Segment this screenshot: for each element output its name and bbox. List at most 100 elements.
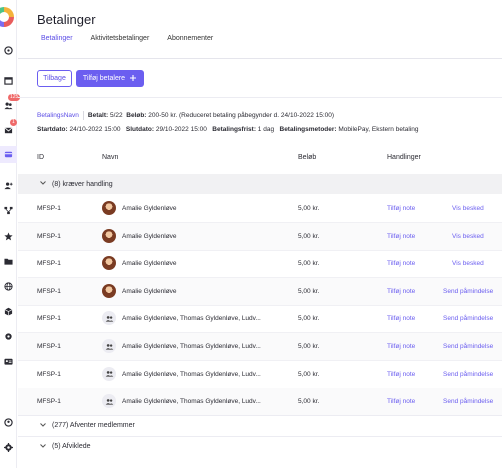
table-row[interactable]: MFSP-1 Amalie Gyldenløve, Thomas Gyldenlø…	[18, 305, 502, 334]
show-message-link[interactable]: Vis besked	[452, 205, 484, 212]
group-avatar-icon	[102, 366, 116, 381]
table-row[interactable]: MFSP-1 Amalie Gyldenløve, Thomas Gyldenlø…	[18, 361, 502, 389]
header-id: ID	[37, 154, 44, 161]
row-id: MFSP-1	[37, 398, 61, 406]
group-avatar-icon	[102, 394, 116, 409]
row-id: MFSP-1	[37, 260, 61, 268]
users-icon[interactable]	[3, 100, 14, 111]
tab-betalinger[interactable]: Betalinger	[41, 35, 73, 42]
group-label: (5) Afviklede	[52, 443, 91, 450]
chevron-down-icon	[40, 444, 46, 448]
row-amount: 5,00 kr.	[298, 287, 320, 295]
chevron-down-icon	[40, 181, 46, 185]
row-name: Amalie Gyldenløve, Thomas Gyldenløve, Lu…	[122, 398, 261, 406]
dashboard-icon[interactable]	[3, 45, 14, 56]
payment-info-line-2: Startdato: 24/10-2022 15:00 Slutdato: 29…	[37, 126, 418, 133]
end-value: 29/10-2022 15:00	[155, 126, 207, 133]
table-row[interactable]: MFSP-1 Amalie Gyldenløve, Thomas Gyldenlø…	[18, 388, 502, 417]
calendar-icon[interactable]	[3, 75, 14, 86]
deadline-value: 1 dag	[257, 126, 275, 133]
help-icon[interactable]	[3, 417, 14, 428]
chevron-down-icon	[40, 423, 46, 427]
amount-value: 200-50 kr. (Reduceret betaling påbegynde…	[148, 112, 335, 120]
add-note-link[interactable]: Tilføj note	[387, 233, 415, 240]
row-name: Amalie Gyldenløve, Thomas Gyldenløve, Lu…	[122, 343, 261, 350]
settings-cog-icon[interactable]	[3, 331, 14, 342]
plus-icon	[129, 74, 137, 84]
group-awaiting-members[interactable]: (277) Afventer medlemmer	[18, 415, 502, 435]
app-logo[interactable]	[0, 7, 14, 27]
row-name: Amalie Gyldenløve, Thomas Gyldenløve, Lu…	[122, 370, 261, 378]
add-note-link[interactable]: Tilføj note	[387, 260, 415, 267]
add-note-link[interactable]: Tilføj note	[387, 343, 415, 350]
table-row[interactable]: MFSP-1 Amalie Gyldenløve, Thomas Gyldenlø…	[18, 333, 502, 361]
member-add-icon[interactable]	[3, 180, 14, 191]
start-value: 24/10-2022 15:00	[69, 126, 121, 133]
row-name: Amalie Gyldenløve	[122, 260, 177, 268]
group-label: (8) kræver handling	[52, 180, 113, 188]
mail-badge: 1	[10, 119, 17, 126]
send-reminder-link[interactable]: Send påmindelse	[443, 398, 493, 405]
row-name: Amalie Gyldenløve	[122, 287, 177, 295]
header-name: Navn	[102, 154, 119, 161]
avatar	[102, 283, 116, 298]
deadline-label: Betalingsfrist:	[212, 126, 256, 133]
send-reminder-link[interactable]: Send påmindelse	[443, 288, 493, 295]
settings-icon[interactable]	[3, 442, 14, 453]
page-title: Betalinger	[37, 12, 96, 27]
group-requires-action[interactable]: (8) kræver handling	[18, 174, 502, 194]
hierarchy-icon[interactable]	[3, 205, 14, 216]
show-message-link[interactable]: Vis besked	[452, 233, 484, 240]
add-note-link[interactable]: Tilføj note	[387, 288, 415, 295]
amount-label: Beløb:	[126, 112, 147, 120]
send-reminder-link[interactable]: Send påmindelse	[443, 343, 493, 350]
back-button[interactable]: Tilbage	[37, 70, 72, 87]
group-avatar-icon	[102, 311, 116, 326]
avatar	[102, 256, 116, 271]
add-note-link[interactable]: Tilføj note	[387, 205, 415, 212]
tab-aktivitetsbetalinger[interactable]: Aktivitetsbetalinger	[91, 35, 150, 42]
table-row[interactable]: MFSP-1 Amalie Gyldenløve 5,00 kr. Tilføj no…	[18, 250, 502, 279]
header-amount: Beløb	[298, 154, 317, 161]
row-id: MFSP-1	[37, 205, 61, 212]
folder-icon[interactable]	[3, 256, 14, 267]
payments-icon[interactable]	[3, 149, 14, 160]
table-row[interactable]: MFSP-1 Amalie Gyldenløve 5,00 kr. Tilføj no…	[18, 277, 502, 306]
globe-icon[interactable]	[3, 281, 14, 292]
add-note-link[interactable]: Tilføj note	[387, 371, 415, 378]
tab-abonnementer[interactable]: Abonnementer	[167, 35, 213, 42]
add-note-link[interactable]: Tilføj note	[387, 315, 415, 322]
id-card-icon[interactable]	[3, 356, 14, 367]
end-label: Slutdato:	[125, 126, 155, 133]
row-amount: 5,00 kr.	[298, 205, 320, 212]
payment-name-link[interactable]: BetalingsNavn	[37, 112, 79, 119]
send-reminder-link[interactable]: Send påmindelse	[443, 371, 493, 378]
row-amount: 5,00 kr.	[298, 260, 320, 268]
row-amount: 5,00 kr.	[298, 315, 320, 323]
back-button-label: Tilbage	[43, 75, 66, 82]
row-amount: 5,00 kr.	[298, 343, 320, 350]
send-reminder-link[interactable]: Send påmindelse	[443, 315, 493, 322]
star-icon[interactable]	[3, 231, 14, 242]
actions-divider	[18, 97, 502, 98]
add-payers-label: Tilføj betalere	[82, 75, 126, 82]
group-completed[interactable]: (5) Afviklede	[18, 436, 502, 456]
methods-value: MobilePay, Ekstern betaling	[338, 126, 419, 133]
row-id: MFSP-1	[37, 287, 61, 295]
avatar	[102, 228, 116, 243]
add-note-link[interactable]: Tilføj note	[387, 398, 415, 405]
row-id: MFSP-1	[37, 370, 61, 378]
add-payers-button[interactable]: Tilføj betalere	[76, 70, 144, 87]
header-actions: Handlinger	[387, 154, 421, 161]
paid-label: Betalt:	[87, 112, 109, 120]
group-avatar-icon	[102, 339, 116, 353]
info-separator	[82, 111, 84, 120]
cube-icon[interactable]	[3, 306, 14, 317]
mail-icon[interactable]	[3, 125, 14, 136]
row-amount: 5,00 kr.	[298, 398, 320, 406]
row-amount: 5,00 kr.	[298, 232, 320, 240]
show-message-link[interactable]: Vis besked	[452, 260, 484, 267]
avatar	[102, 201, 116, 215]
table-row[interactable]: MFSP-1 Amalie Gyldenløve 5,00 kr. Tilføj no…	[18, 195, 502, 223]
table-row[interactable]: MFSP-1 Amalie Gyldenløve 5,00 kr. Tilføj no…	[18, 222, 502, 251]
